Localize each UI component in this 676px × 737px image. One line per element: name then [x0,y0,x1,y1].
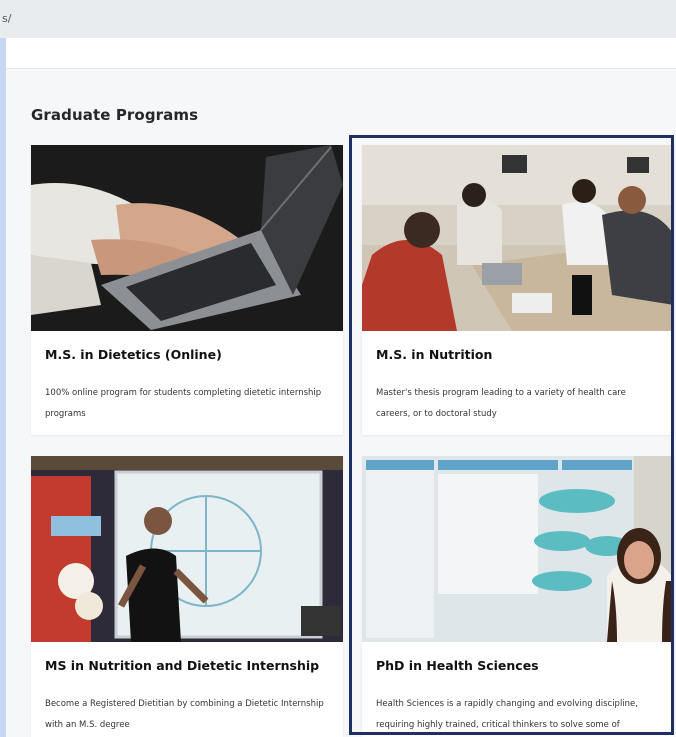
program-description: Become a Registered Dietitian by combini… [45,699,324,730]
program-card-dietetics-online[interactable]: M.S. in Dietetics (Online) 100% online p… [31,145,343,435]
section-title: Graduate Programs [31,106,199,124]
page-content: Graduate Programs M.S. in Dietetics (Onl… [6,38,676,737]
program-description: Health Sciences is a rapidly changing an… [376,699,638,730]
students-classroom-photo [362,145,674,331]
program-title[interactable]: M.S. in Dietetics (Online) [45,347,222,362]
url-text: s/ [2,12,12,25]
research-poster-photo [362,456,674,642]
program-card-nutrition-dietetic-internship[interactable]: MS in Nutrition and Dietetic Internship … [31,456,343,737]
program-title[interactable]: PhD in Health Sciences [376,658,539,673]
program-description: 100% online program for students complet… [45,388,322,419]
teacher-whiteboard-photo [31,456,343,642]
top-header-strip [6,38,676,69]
program-description: Master's thesis program leading to a var… [376,388,626,419]
program-title[interactable]: M.S. in Nutrition [376,347,492,362]
browser-address-bar[interactable]: s/ [0,0,676,39]
program-title[interactable]: MS in Nutrition and Dietetic Internship [45,658,319,673]
program-card-ms-nutrition[interactable]: M.S. in Nutrition Master's thesis progra… [362,145,674,435]
program-card-phd-health-sciences[interactable]: PhD in Health Sciences Health Sciences i… [362,456,674,737]
laptop-typing-photo [31,145,343,331]
